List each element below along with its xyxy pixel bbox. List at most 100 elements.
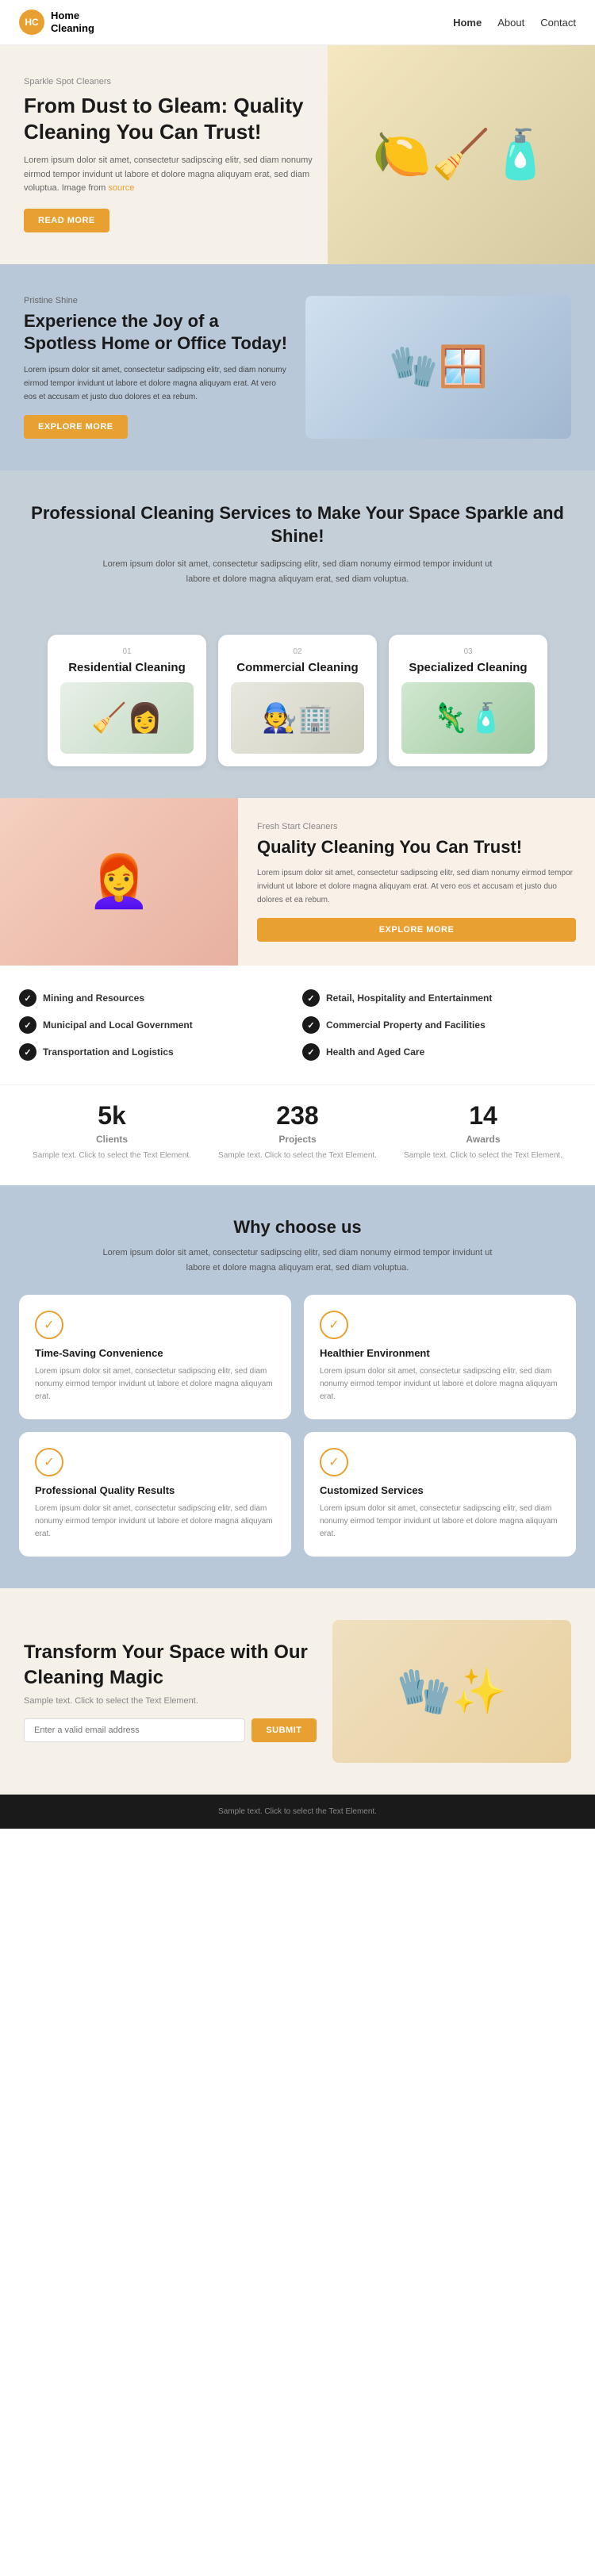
badge-check-icon-health: ✓ [302,1043,320,1061]
time-saving-title: Time-Saving Convenience [35,1347,275,1359]
time-saving-icon: ✓ [35,1311,63,1339]
navigation: HC Home Cleaning Home About Contact [0,0,595,45]
services-heading: Professional Cleaning Services to Make Y… [24,502,571,547]
card-title-specialized: Specialized Cleaning [401,661,535,674]
why-card-custom: ✓ Customized Services Lorem ipsum dolor … [304,1432,576,1557]
services-subheading: Lorem ipsum dolor sit amet, consectetur … [99,557,496,586]
card-num-1: 01 [60,647,194,656]
card-title-residential: Residential Cleaning [60,661,194,674]
footer-text: Sample text. Click to select the Text El… [19,1807,576,1816]
stat-awards: 14 Awards Sample text. Click to select t… [400,1101,567,1161]
badges-section: ✓ Mining and Resources ✓ Retail, Hospita… [0,966,595,1085]
hero-cta-button[interactable]: READ MORE [24,209,109,232]
badge-retail: ✓ Retail, Hospitality and Entertainment [302,989,576,1007]
quality-results-title: Professional Quality Results [35,1484,275,1496]
email-input[interactable] [24,1718,245,1742]
transform-content: Transform Your Space with Our Cleaning M… [24,1640,317,1741]
badge-health: ✓ Health and Aged Care [302,1043,576,1061]
quality-tag: Fresh Start Cleaners [257,822,576,831]
badge-commercial: ✓ Commercial Property and Facilities [302,1016,576,1034]
why-card-health: ✓ Healthier Environment Lorem ipsum dolo… [304,1295,576,1419]
customized-icon: ✓ [320,1448,348,1476]
badge-check-icon-municipal: ✓ [19,1016,36,1034]
services-header: Professional Cleaning Services to Make Y… [0,470,595,619]
service-card-residential: 01 Residential Cleaning 🧹👩 [48,635,206,766]
hero-tag: Sparkle Spot Cleaners [24,77,325,86]
logo[interactable]: HC Home Cleaning [19,10,94,35]
submit-button[interactable]: SUBMIT [251,1718,316,1742]
logo-icon: HC [19,10,44,35]
badge-check-icon-commercial: ✓ [302,1016,320,1034]
why-cards-grid: ✓ Time-Saving Convenience Lorem ipsum do… [19,1295,576,1557]
hero-content: Sparkle Spot Cleaners From Dust to Gleam… [24,77,325,232]
experience-image: 🧤🪟 [305,296,571,439]
transform-form: SUBMIT [24,1718,317,1742]
stat-clients-value: 5k [29,1101,196,1131]
quality-image: 👩‍🦰 [0,798,238,966]
badge-label-transport: Transportation and Logistics [43,1046,174,1058]
stat-clients-desc: Sample text. Click to select the Text El… [29,1150,196,1161]
card-num-3: 03 [401,647,535,656]
service-card-specialized: 03 Specialized Cleaning 🦎🧴 [389,635,547,766]
healthier-desc: Lorem ipsum dolor sit amet, consectetur … [320,1365,560,1403]
badge-label-municipal: Municipal and Local Government [43,1019,193,1031]
stat-projects-desc: Sample text. Click to select the Text El… [214,1150,382,1161]
badge-check-icon: ✓ [19,989,36,1007]
transform-subtext: Sample text. Click to select the Text El… [24,1696,317,1706]
footer: Sample text. Click to select the Text El… [0,1795,595,1829]
badge-label-commercial: Commercial Property and Facilities [326,1019,486,1031]
why-header: Why choose us Lorem ipsum dolor sit amet… [19,1217,576,1275]
badges-grid: ✓ Mining and Resources ✓ Retail, Hospita… [19,989,576,1061]
badge-transport: ✓ Transportation and Logistics [19,1043,293,1061]
stat-clients-label: Clients [29,1134,196,1145]
experience-cta-button[interactable]: EXPLORE MORE [24,415,128,439]
service-card-commercial: 02 Commercial Cleaning 🧑‍🔧🏢 [218,635,377,766]
badge-label-mining: Mining and Resources [43,992,144,1004]
badge-check-icon-transport: ✓ [19,1043,36,1061]
why-heading: Why choose us [19,1217,576,1238]
customized-title: Customized Services [320,1484,560,1496]
quality-results-desc: Lorem ipsum dolor sit amet, consectetur … [35,1503,275,1541]
badge-label-health: Health and Aged Care [326,1046,424,1058]
stat-projects-value: 238 [214,1101,382,1131]
card-img-commercial: 🧑‍🔧🏢 [231,682,364,754]
stat-awards-value: 14 [400,1101,567,1131]
nav-home[interactable]: Home [453,17,482,29]
stat-projects: 238 Projects Sample text. Click to selec… [214,1101,382,1161]
stat-awards-label: Awards [400,1134,567,1145]
why-subheading: Lorem ipsum dolor sit amet, consectetur … [99,1246,496,1275]
why-card-quality: ✓ Professional Quality Results Lorem ips… [19,1432,291,1557]
card-title-commercial: Commercial Cleaning [231,661,364,674]
experience-content: Pristine Shine Experience the Joy of a S… [24,296,290,439]
stat-clients: 5k Clients Sample text. Click to select … [29,1101,196,1161]
customized-desc: Lorem ipsum dolor sit amet, consectetur … [320,1503,560,1541]
transform-section: Transform Your Space with Our Cleaning M… [0,1588,595,1795]
experience-heading: Experience the Joy of a Spotless Home or… [24,310,290,355]
hero-image: 🍋🧹🧴 [328,45,595,264]
badge-check-icon-retail: ✓ [302,989,320,1007]
nav-links: Home About Contact [453,17,576,29]
hero-section: Sparkle Spot Cleaners From Dust to Gleam… [0,45,595,264]
experience-tag: Pristine Shine [24,296,290,305]
service-cards-section: 01 Residential Cleaning 🧹👩 02 Commercial… [0,619,595,798]
badge-mining: ✓ Mining and Resources [19,989,293,1007]
quality-body: Lorem ipsum dolor sit amet, consectetur … [257,866,576,907]
badge-municipal: ✓ Municipal and Local Government [19,1016,293,1034]
quality-icon: ✓ [35,1448,63,1476]
time-saving-desc: Lorem ipsum dolor sit amet, consectetur … [35,1365,275,1403]
stats-section: 5k Clients Sample text. Click to select … [0,1085,595,1185]
transform-heading: Transform Your Space with Our Cleaning M… [24,1640,317,1689]
hero-image-link[interactable]: source [108,183,134,193]
quality-content: Fresh Start Cleaners Quality Cleaning Yo… [238,798,595,966]
experience-body: Lorem ipsum dolor sit amet, consectetur … [24,363,290,404]
stat-projects-label: Projects [214,1134,382,1145]
nav-about[interactable]: About [497,17,524,29]
quality-section: 👩‍🦰 Fresh Start Cleaners Quality Cleanin… [0,798,595,966]
hero-body: Lorem ipsum dolor sit amet, consectetur … [24,154,325,196]
experience-section: Pristine Shine Experience the Joy of a S… [0,264,595,470]
quality-cta-button[interactable]: EXPLORE MORE [257,918,576,942]
nav-contact[interactable]: Contact [540,17,576,29]
why-section: Why choose us Lorem ipsum dolor sit amet… [0,1185,595,1587]
healthier-icon: ✓ [320,1311,348,1339]
quality-heading: Quality Cleaning You Can Trust! [257,836,576,859]
